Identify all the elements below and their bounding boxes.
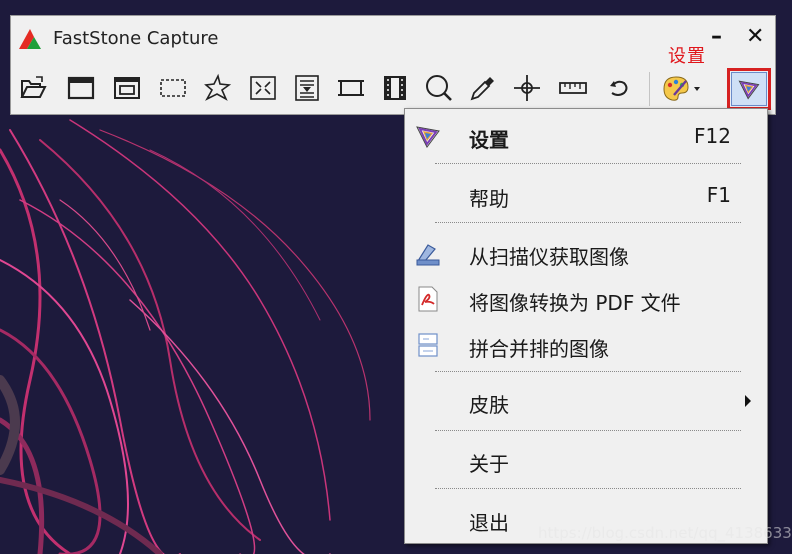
minimize-button[interactable]: –: [711, 24, 722, 50]
capture-window-object-button[interactable]: [111, 72, 143, 104]
menu-item-label: 从扫描仪获取图像: [469, 245, 629, 269]
toolbar-separator: [649, 72, 650, 106]
menu-item-label: 关于: [469, 452, 509, 476]
submenu-arrow-icon: [745, 395, 751, 407]
pdf-icon: [418, 286, 438, 312]
watermark-text: https://blog.csdn.net/qq_41386332: [538, 524, 792, 542]
menu-item-acquire-scanner[interactable]: 从扫描仪获取图像: [405, 233, 767, 273]
faststone-logo-icon: [19, 29, 41, 49]
undo-button[interactable]: [603, 72, 635, 104]
menu-separator: [435, 371, 741, 372]
undo-icon: [610, 80, 628, 96]
menu-item-label: 帮助: [469, 187, 509, 211]
menu-item-shortcut: F1: [706, 183, 731, 207]
capture-fixed-region-button[interactable]: [335, 72, 367, 104]
capture-rectangle-icon: [160, 79, 186, 97]
menu-item-shortcut: F12: [694, 124, 731, 148]
menu-separator: [435, 163, 741, 164]
settings-icon: [738, 80, 760, 100]
close-button[interactable]: ✕: [746, 24, 764, 50]
menu-item-label: 将图像转换为 PDF 文件: [469, 291, 681, 315]
menu-separator: [435, 488, 741, 489]
open-file-button[interactable]: [17, 72, 49, 104]
screen-crosshair-icon: [514, 75, 540, 101]
menu-item-help[interactable]: 帮助 F1: [405, 175, 767, 215]
menu-item-label: 退出: [469, 511, 509, 535]
title-bar[interactable]: FastStone Capture – ✕: [11, 16, 775, 60]
capture-window-object-icon: [114, 77, 140, 99]
settings-dropdown-menu: 设置 F12 帮助 F1 从扫描仪获取图像 将图像转换为 PDF 文件 拼合并排…: [404, 108, 768, 544]
capture-freehand-icon: [204, 73, 232, 101]
capture-rectangle-button[interactable]: [157, 72, 189, 104]
capture-full-screen-icon: [250, 76, 276, 100]
menu-item-join-images[interactable]: 拼合并排的图像: [405, 325, 767, 365]
settings-icon: [416, 126, 440, 148]
magnifier-button[interactable]: [423, 72, 455, 104]
settings-button[interactable]: [727, 68, 771, 110]
screen-crosshair-button[interactable]: [511, 72, 543, 104]
capture-toolbar: [11, 64, 775, 114]
color-picker-button[interactable]: [467, 72, 499, 104]
menu-separator: [435, 430, 741, 431]
menu-item-skin[interactable]: 皮肤: [405, 381, 767, 421]
settings-button-inner: [731, 72, 767, 106]
capture-scrolling-window-button[interactable]: [291, 72, 323, 104]
skin-palette-icon: [663, 76, 700, 101]
screen-recorder-button[interactable]: [379, 72, 411, 104]
scanner-icon: [416, 244, 440, 266]
capture-active-window-icon: [67, 76, 95, 100]
menu-item-convert-pdf[interactable]: 将图像转换为 PDF 文件: [405, 279, 767, 319]
capture-active-window-button[interactable]: [65, 72, 97, 104]
screen-ruler-button[interactable]: [557, 72, 589, 104]
magnifier-icon: [426, 75, 452, 101]
menu-item-about[interactable]: 关于: [405, 440, 767, 480]
menu-item-label: 拼合并排的图像: [469, 337, 609, 361]
join-images-icon: [418, 333, 438, 357]
skin-palette-button[interactable]: [659, 72, 705, 104]
window-title: FastStone Capture: [53, 28, 219, 49]
color-picker-icon: [470, 77, 494, 101]
menu-item-label: 设置: [469, 128, 509, 152]
capture-freehand-button[interactable]: [201, 72, 233, 104]
capture-full-screen-button[interactable]: [247, 72, 279, 104]
capture-fixed-region-icon: [338, 80, 364, 96]
screen-recorder-icon: [384, 76, 406, 100]
menu-item-settings[interactable]: 设置 F12: [405, 116, 767, 156]
screen-ruler-icon: [559, 82, 587, 94]
menu-separator: [435, 222, 741, 223]
menu-item-label: 皮肤: [469, 393, 509, 417]
capture-window: FastStone Capture – ✕ 设置: [10, 15, 776, 115]
open-file-icon: [20, 76, 47, 98]
capture-scrolling-window-icon: [295, 75, 319, 101]
